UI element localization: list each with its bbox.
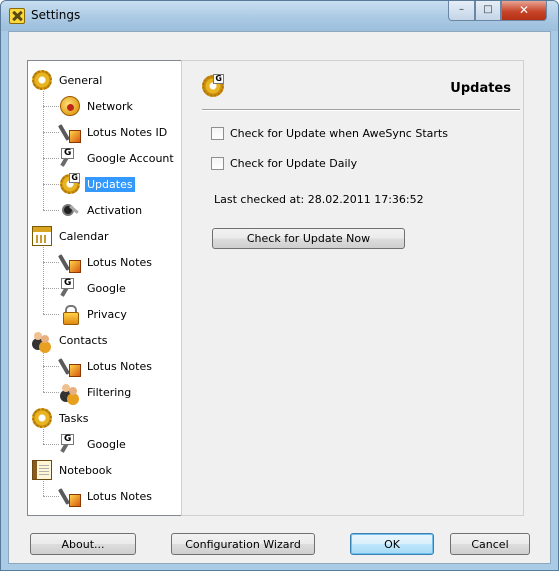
tree-item-google[interactable]: Google [60, 433, 128, 455]
checkbox-box[interactable] [211, 157, 224, 170]
gear-icon [32, 408, 52, 428]
tree-item-contacts[interactable]: Contacts [32, 329, 110, 351]
panel-title: Updates [450, 81, 511, 96]
tree-connector [43, 288, 59, 289]
tools-icon [60, 252, 81, 273]
notebook-icon [32, 460, 52, 480]
tree-connector [43, 210, 59, 211]
tree-connector [43, 247, 44, 314]
tree-item-google[interactable]: Google [60, 277, 128, 299]
tree-item-label: Google [87, 437, 126, 451]
tree-connector [43, 158, 59, 159]
updates-panel: Updates Check for Update when AweSync St… [181, 60, 524, 516]
settings-window: Settings – □ ✕ General Network Lotus Notes… [0, 0, 559, 571]
tree-item-label: Tasks [59, 411, 89, 425]
people-icon [32, 330, 52, 350]
tree-item-label: Lotus Notes [87, 359, 152, 373]
tree-item-label: Activation [87, 203, 143, 217]
tree-item-notebook[interactable]: Notebook [32, 459, 114, 481]
gear-g-icon [60, 173, 80, 194]
tree-item-label: Lotus Notes ID [87, 125, 168, 139]
tree-connector [43, 444, 59, 445]
header-divider [202, 109, 520, 111]
check-on-start-checkbox[interactable]: Check for Update when AweSync Starts [211, 127, 448, 140]
google-tools-icon [60, 434, 80, 454]
updates-gear-icon [202, 74, 224, 97]
tree-item-label: Lotus Notes [87, 489, 152, 503]
calendar-icon [32, 226, 52, 246]
tree-item-lotus-notes[interactable]: Lotus Notes [60, 251, 154, 273]
checkbox-box[interactable] [211, 127, 224, 140]
cancel-button[interactable]: Cancel [450, 533, 530, 555]
lock-icon [60, 304, 80, 325]
tree-connector [43, 314, 59, 315]
tree-item-label: General [59, 73, 103, 87]
tree-item-updates[interactable]: Updates [60, 173, 135, 195]
check-on-start-label: Check for Update when AweSync Starts [230, 127, 448, 140]
tree-connector [43, 481, 44, 496]
tree-item-lotus-notes[interactable]: Lotus Notes [60, 355, 154, 377]
tree-item-label: Updates [85, 176, 135, 192]
google-tools-icon [60, 278, 80, 298]
check-daily-label: Check for Update Daily [230, 157, 358, 170]
tree-item-label: Lotus Notes [87, 255, 152, 269]
tree-item-calendar[interactable]: Calendar [32, 225, 110, 247]
window-title: Settings [31, 8, 81, 22]
tree-item-tasks[interactable]: Tasks [32, 407, 90, 429]
tree-item-privacy[interactable]: Privacy [60, 303, 129, 325]
about-button[interactable]: About... [30, 533, 136, 555]
tree-item-google-account[interactable]: Google Account [60, 147, 176, 169]
tree-connector [43, 366, 59, 367]
tools-icon [60, 356, 81, 377]
tree-connector [43, 262, 59, 263]
tree-connector [43, 429, 44, 444]
tree-item-label: Network [87, 99, 133, 113]
check-daily-checkbox[interactable]: Check for Update Daily [211, 157, 357, 170]
settings-tree[interactable]: General Network Lotus Notes ID Google Accou… [27, 60, 183, 516]
ok-button[interactable]: OK [350, 533, 434, 555]
key-icon [60, 200, 80, 220]
check-now-button[interactable]: Check for Update Now [212, 228, 405, 249]
close-button[interactable]: ✕ [501, 1, 547, 21]
tree-item-network[interactable]: Network [60, 95, 135, 117]
gear-icon [32, 70, 52, 90]
tree-item-label: Google [87, 281, 126, 295]
tree-item-label: Contacts [59, 333, 108, 347]
google-tools-icon [60, 148, 80, 168]
tree-item-lotus-notes-id[interactable]: Lotus Notes ID [60, 121, 169, 143]
tree-item-label: Privacy [87, 307, 127, 321]
tools-icon [60, 486, 81, 507]
tree-connector [43, 132, 59, 133]
dialog-client-area: General Network Lotus Notes ID Google Accou… [8, 31, 551, 564]
tree-item-label: Notebook [59, 463, 112, 477]
last-checked-text: Last checked at: 28.02.2011 17:36:52 [214, 193, 424, 206]
globe-icon [60, 96, 80, 116]
people-icon [60, 382, 80, 402]
tree-item-label: Google Account [87, 151, 174, 165]
title-bar[interactable]: Settings – □ ✕ [1, 1, 558, 31]
tree-connector [43, 392, 59, 393]
tree-item-filtering[interactable]: Filtering [60, 381, 133, 403]
tree-connector [43, 106, 59, 107]
tree-item-label: Filtering [87, 385, 132, 399]
tree-connector [43, 496, 59, 497]
tree-item-activation[interactable]: Activation [60, 199, 144, 221]
tree-connector [43, 351, 44, 392]
tree-connector [43, 91, 44, 210]
tree-item-general[interactable]: General [32, 69, 104, 91]
app-icon [9, 8, 25, 24]
tools-icon [60, 122, 81, 143]
maximize-button[interactable]: □ [475, 1, 501, 21]
minimize-button[interactable]: – [448, 1, 475, 21]
tree-item-lotus-notes[interactable]: Lotus Notes [60, 485, 154, 507]
tree-item-label: Calendar [59, 229, 109, 243]
tree-connector [43, 184, 59, 185]
configuration-wizard-button[interactable]: Configuration Wizard [171, 533, 315, 555]
